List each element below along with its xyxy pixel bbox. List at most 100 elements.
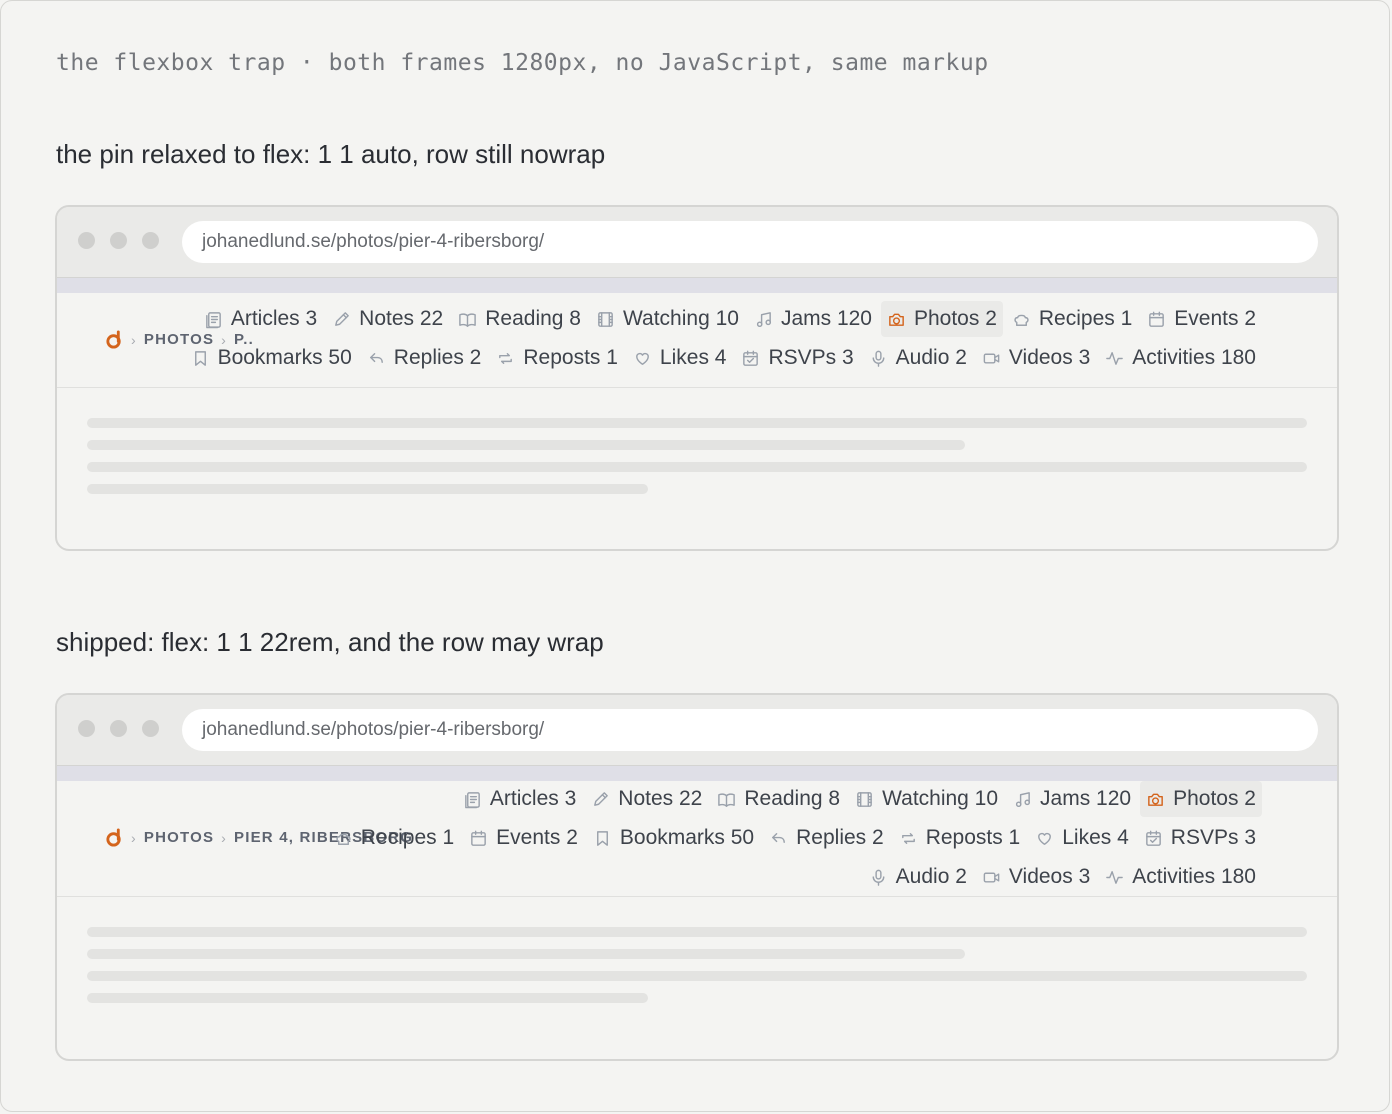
nav-row: Audio 2 Videos 3 Activities 180 (860, 859, 1262, 895)
bookmark-icon (596, 830, 608, 846)
nav-row: Recipes 1 Events 2 Bookmarks 50 Replies 2 Re… (325, 820, 1262, 856)
window-dot[interactable] (142, 232, 159, 249)
nav-item-recipes[interactable]: Recipes 1 (1006, 301, 1138, 337)
film-icon (598, 311, 613, 327)
nav-item-label: Audio 2 (895, 346, 967, 369)
articles-icon (465, 791, 480, 808)
nav-item-reading[interactable]: Reading 8 (711, 781, 846, 817)
site-header: › PHOTOS › PIER 4, RIBERSBORG Articles 3… (57, 781, 1337, 897)
nav-item-label: Events 2 (1174, 307, 1256, 330)
reply-icon (772, 832, 786, 843)
window-dot[interactable] (110, 720, 127, 737)
music-note-icon (756, 311, 771, 327)
nav-item-label: Replies 2 (393, 346, 482, 369)
site-logo-icon[interactable] (105, 828, 124, 847)
nav-item-label: RSVPs 3 (768, 346, 854, 369)
nav-item-events[interactable]: Events 2 (463, 820, 584, 856)
window-dot[interactable] (110, 232, 127, 249)
nav-item-label: Watching 10 (622, 307, 739, 330)
nav-item-audio[interactable]: Audio 2 (863, 859, 973, 895)
nav-item-watching[interactable]: Watching 10 (849, 781, 1004, 817)
nav-item-bookmarks[interactable]: Bookmarks 50 (185, 340, 358, 376)
nav-item-label: Reposts 1 (925, 826, 1021, 849)
nav-item-label: Likes 4 (659, 346, 727, 369)
nav-item-audio[interactable]: Audio 2 (863, 340, 973, 376)
accent-strip (57, 278, 1337, 293)
repost-icon (499, 352, 513, 364)
nav-item-label: Recipes 1 (1038, 307, 1133, 330)
nav-item-notes[interactable]: Notes 22 (585, 781, 708, 817)
breadcrumb-separator: › (221, 829, 228, 846)
nav-item-label: Likes 4 (1062, 826, 1129, 849)
nav-item-label: RSVPs 3 (1170, 826, 1256, 849)
nav-item-label: Videos 3 (1008, 865, 1091, 888)
calendar-check-icon (1145, 830, 1161, 846)
section-heading: shipped: flex: 1 1 22rem, and the row ma… (56, 627, 604, 657)
nav-item-rsvps[interactable]: RSVPs 3 (735, 340, 859, 376)
nav-item-articles[interactable]: Articles 3 (198, 301, 323, 337)
browser-frame: johanedlund.se/photos/pier-4-ribersborg/… (55, 693, 1339, 1061)
nav-item-rsvps[interactable]: RSVPs 3 (1138, 820, 1262, 856)
chef-hat-icon (1014, 314, 1029, 326)
site-logo-icon[interactable] (105, 330, 124, 349)
nav-item-label: Reading 8 (485, 307, 581, 330)
nav-item-likes[interactable]: Likes 4 (1029, 820, 1135, 856)
microphone-icon (872, 869, 885, 886)
nav-item-recipes[interactable]: Recipes 1 (328, 820, 460, 856)
url-bar[interactable]: johanedlund.se/photos/pier-4-ribersborg/ (182, 709, 1318, 751)
nav-item-articles[interactable]: Articles 3 (457, 781, 582, 817)
chef-hat-icon (336, 833, 351, 845)
activity-icon (1106, 870, 1124, 884)
nav-item-label: Bookmarks 50 (217, 346, 352, 369)
nav-item-activities[interactable]: Activities 180 (1099, 340, 1262, 376)
nav-item-likes[interactable]: Likes 4 (627, 340, 733, 376)
nav-item-videos[interactable]: Videos 3 (976, 859, 1096, 895)
nav-item-replies[interactable]: Replies 2 (763, 820, 890, 856)
camera-icon (1148, 793, 1163, 806)
nav-item-label: Jams 120 (1040, 787, 1132, 810)
nav-item-jams[interactable]: Jams 120 (748, 301, 878, 337)
nav-item-photos[interactable]: Photos 2 (1140, 781, 1262, 817)
video-camera-icon (983, 872, 1000, 882)
nav-item-replies[interactable]: Replies 2 (361, 340, 488, 376)
placeholder-content (57, 388, 1337, 548)
video-camera-icon (983, 353, 1000, 363)
nav-row: Articles 3 Notes 22 Reading 8 Watching 10 Ja… (454, 781, 1262, 817)
url-bar[interactable]: johanedlund.se/photos/pier-4-ribersborg/ (182, 221, 1318, 263)
window-dot[interactable] (142, 720, 159, 737)
repost-icon (901, 832, 915, 844)
nav-item-reposts[interactable]: Reposts 1 (490, 340, 624, 376)
nav-item-label: Reading 8 (744, 787, 841, 810)
nav-item-label: Photos 2 (913, 307, 997, 330)
nav-item-events[interactable]: Events 2 (1141, 301, 1262, 337)
section-heading: the pin relaxed to flex: 1 1 auto, row s… (56, 139, 606, 169)
nav-item-bookmarks[interactable]: Bookmarks 50 (587, 820, 760, 856)
nav-item-jams[interactable]: Jams 120 (1007, 781, 1137, 817)
placeholder-line (87, 993, 648, 1003)
nav-item-videos[interactable]: Videos 3 (976, 340, 1096, 376)
nav-item-reading[interactable]: Reading 8 (452, 301, 587, 337)
placeholder-line (87, 440, 965, 450)
nav-item-label: Reposts 1 (523, 346, 618, 369)
camera-icon (889, 313, 904, 326)
breadcrumb-section[interactable]: PHOTOS (144, 829, 214, 846)
page-title: the flexbox trap · both frames 1280px, n… (56, 50, 989, 76)
nav-item-reposts[interactable]: Reposts 1 (893, 820, 1027, 856)
nav-item-label: Events 2 (496, 826, 578, 849)
window-dot[interactable] (78, 232, 95, 249)
nav-item-photos[interactable]: Photos 2 (880, 301, 1003, 337)
window-dot[interactable] (78, 720, 95, 737)
music-note-icon (1015, 791, 1031, 807)
nav-item-watching[interactable]: Watching 10 (590, 301, 745, 337)
browser-chrome: johanedlund.se/photos/pier-4-ribersborg/ (57, 207, 1337, 278)
nav-item-label: Activities 180 (1132, 346, 1256, 369)
accent-strip (57, 766, 1337, 781)
browser-chrome: johanedlund.se/photos/pier-4-ribersborg/ (57, 695, 1337, 766)
calendar-icon (471, 830, 487, 846)
nav-item-activities[interactable]: Activities 180 (1099, 859, 1262, 895)
calendar-icon (1149, 311, 1165, 327)
nav-item-label: Replies 2 (796, 826, 884, 849)
nav-item-label: Articles 3 (230, 307, 318, 330)
nav-item-notes[interactable]: Notes 22 (326, 301, 449, 337)
breadcrumb-separator: › (131, 331, 137, 348)
